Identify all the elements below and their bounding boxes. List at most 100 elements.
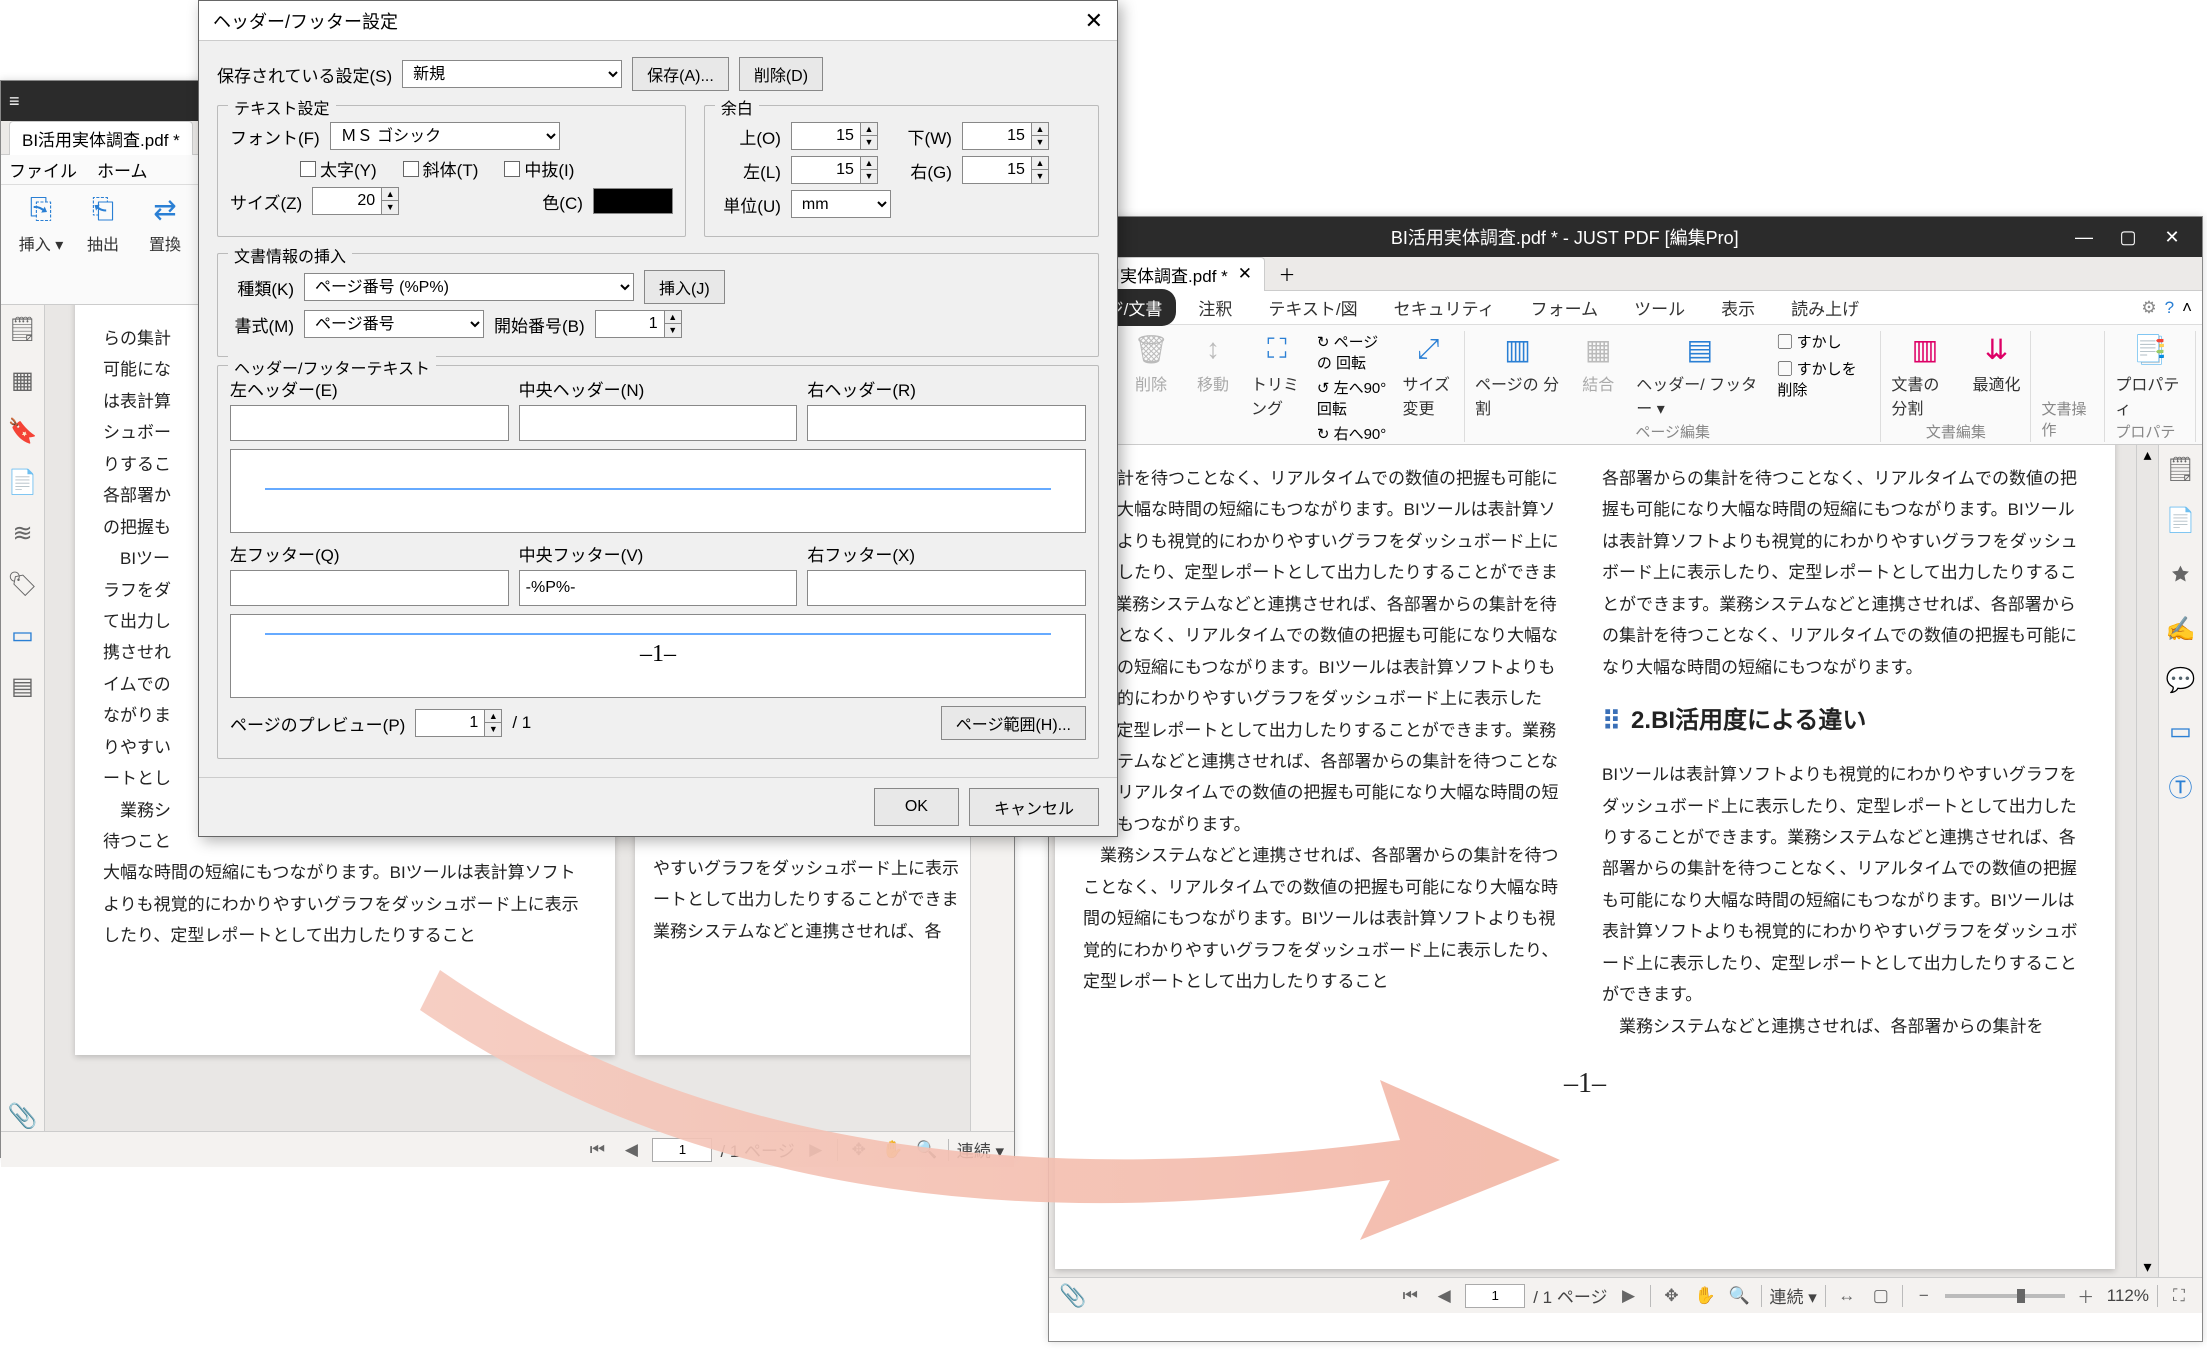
new-tab-button[interactable]: ＋ (1275, 262, 1299, 286)
resize-button[interactable]: ⤢サイズ変更 (1402, 331, 1454, 419)
first-page-icon[interactable]: ⏮ (1397, 1283, 1423, 1309)
bookmark-icon[interactable]: 🔖 (8, 417, 38, 446)
attachment-icon[interactable]: 📎 (8, 1102, 38, 1131)
tag-icon[interactable]: 🏷 (7, 570, 37, 599)
top-spinner[interactable]: ▲▼ (791, 122, 878, 150)
tab-form[interactable]: フォーム (1517, 289, 1613, 326)
cursor-icon[interactable]: ✥ (1659, 1283, 1685, 1309)
format-select[interactable]: ページ番号 (304, 310, 484, 338)
watermark-delete-button[interactable]: ▢ すかしを削除 (1777, 358, 1870, 400)
italic-checkbox[interactable]: 斜体(T) (403, 156, 479, 181)
close-button[interactable]: ✕ (2150, 217, 2194, 257)
tab-read-aloud[interactable]: 読み上げ (1777, 289, 1873, 326)
color-well[interactable] (593, 188, 673, 214)
hand-icon[interactable]: ✋ (1693, 1283, 1719, 1309)
help-icon[interactable]: ? (2165, 298, 2174, 318)
delete-button[interactable]: 削除(D) (739, 57, 823, 91)
vertical-scrollbar[interactable]: ▴ ▾ (2136, 445, 2158, 1277)
zoom-slider[interactable] (1945, 1294, 2065, 1298)
doc-icon[interactable]: 📄 (2166, 506, 2196, 535)
kind-select[interactable]: ページ番号 (%P%) (304, 273, 634, 301)
tab-text-figure[interactable]: テキスト/図 (1254, 289, 1371, 326)
sign-icon[interactable]: ✍ (2166, 615, 2196, 644)
split-page-button[interactable]: ▥ページの 分割 (1475, 331, 1560, 419)
text-select-icon[interactable]: ▭ (2169, 717, 2192, 746)
page-input[interactable] (652, 1138, 712, 1162)
attachment-icon[interactable]: 📎 (1059, 1283, 1086, 1309)
rotate-page-button[interactable]: ↻ ページの 回転 (1317, 331, 1389, 373)
text-select-icon[interactable]: ▭ (11, 621, 34, 650)
zoom-out-icon[interactable]: − (1911, 1283, 1937, 1309)
insert-button[interactable]: ⎘挿入 ▾ (17, 191, 65, 255)
optimize-button[interactable]: ⇊最適化 (1972, 331, 2020, 395)
form-icon[interactable]: ▤ (11, 672, 34, 701)
menu-file[interactable]: ファイル (9, 157, 77, 182)
zoom-icon[interactable]: 🔍 (1727, 1283, 1753, 1309)
menu-home[interactable]: ホーム (97, 157, 148, 182)
right-footer-input[interactable] (807, 570, 1086, 606)
trimming-button[interactable]: ⛶トリミング (1251, 331, 1303, 419)
collapse-ribbon-icon[interactable]: ˄ (2182, 298, 2192, 318)
first-page-icon[interactable]: ⏮ (584, 1137, 610, 1163)
next-page-icon[interactable]: ▶ (1616, 1283, 1642, 1309)
left-header-input[interactable] (230, 405, 509, 441)
zoom-in-icon[interactable]: ＋ (2073, 1283, 2099, 1309)
prev-page-icon[interactable]: ◀ (1431, 1283, 1457, 1309)
doc-icon[interactable]: 📄 (8, 468, 38, 497)
text-type-icon[interactable]: Ⓣ (2169, 768, 2193, 803)
watermark-button[interactable]: ▢ すかし (1777, 331, 1870, 352)
document-tab[interactable]: BI活用実体調査.pdf * (9, 121, 193, 155)
hand-icon[interactable]: ✋ (880, 1137, 906, 1163)
header-footer-button[interactable]: ▤ヘッダー/ フッター ▾ (1636, 331, 1763, 419)
extract-button[interactable]: ⎗抽出 (79, 191, 127, 255)
center-header-input[interactable] (519, 405, 798, 441)
replace-button[interactable]: ⇄置換 (141, 191, 189, 255)
startno-spinner[interactable]: ▲▼ (595, 310, 682, 338)
bold-checkbox[interactable]: 太字(Y) (300, 156, 377, 181)
right-header-input[interactable] (807, 405, 1086, 441)
split-doc-button[interactable]: ▥文書の 分割 (1891, 331, 1958, 419)
rotate-left-button[interactable]: ↺ 左へ90° 回転 (1317, 377, 1389, 419)
fullscreen-icon[interactable]: ⛶ (2166, 1283, 2192, 1309)
left-footer-input[interactable] (230, 570, 509, 606)
tab-view[interactable]: 表示 (1707, 289, 1769, 326)
unit-select[interactable]: mm (791, 190, 891, 218)
cancel-button[interactable]: キャンセル (969, 788, 1099, 826)
under-spinner[interactable]: ▲▼ (962, 122, 1049, 150)
maximize-button[interactable]: ▢ (2106, 217, 2150, 257)
properties-button[interactable]: 📑プロパティ (2115, 331, 2185, 419)
right-spinner[interactable]: ▲▼ (962, 156, 1049, 184)
page-input[interactable] (1465, 1284, 1525, 1308)
comment-icon[interactable]: 💬 (2166, 666, 2196, 695)
gear-icon[interactable]: ⚙ (2141, 298, 2156, 318)
insert-button[interactable]: 挿入(J) (644, 270, 725, 304)
tab-tools[interactable]: ツール (1620, 289, 1699, 326)
saved-settings-select[interactable]: 新規 (402, 60, 622, 88)
cursor-icon[interactable]: ✥ (846, 1137, 872, 1163)
save-button[interactable]: 保存(A)... (632, 57, 729, 91)
fit-width-icon[interactable]: ↔ (1834, 1283, 1860, 1309)
next-page-icon[interactable]: ▶ (803, 1137, 829, 1163)
fit-page-icon[interactable]: ▢ (1868, 1283, 1894, 1309)
prev-page-icon[interactable]: ◀ (618, 1137, 644, 1163)
view-mode-select[interactable]: 連続 ▾ (957, 1137, 1004, 1162)
tab-security[interactable]: セキュリティ (1380, 289, 1509, 326)
center-footer-input[interactable] (519, 570, 798, 606)
close-icon[interactable]: ✕ (1085, 8, 1103, 34)
thumbs-icon[interactable]: ▦ (11, 366, 34, 395)
stamp-icon[interactable]: 🟊 (2171, 557, 2190, 593)
notes-icon[interactable]: 🗒 (2165, 455, 2195, 484)
outline-checkbox[interactable]: 中抜(I) (504, 156, 574, 181)
tab-annotation[interactable]: 注釈 (1184, 289, 1246, 326)
ok-button[interactable]: OK (874, 788, 959, 826)
layers-icon[interactable]: ≋ (12, 519, 32, 548)
left-spinner[interactable]: ▲▼ (791, 156, 878, 184)
zoom-icon[interactable]: 🔍 (914, 1137, 940, 1163)
close-tab-icon[interactable]: ✕ (1238, 264, 1252, 284)
hamburger-icon[interactable]: ≡ (9, 91, 20, 112)
notes-icon[interactable]: 🗒 (7, 315, 37, 344)
page-range-button[interactable]: ページ範囲(H)... (941, 706, 1086, 740)
size-spinner[interactable]: ▲▼ (312, 187, 399, 215)
font-select[interactable]: ＭＳ ゴシック (330, 122, 560, 150)
view-mode-select[interactable]: 連続 ▾ (1770, 1283, 1817, 1308)
